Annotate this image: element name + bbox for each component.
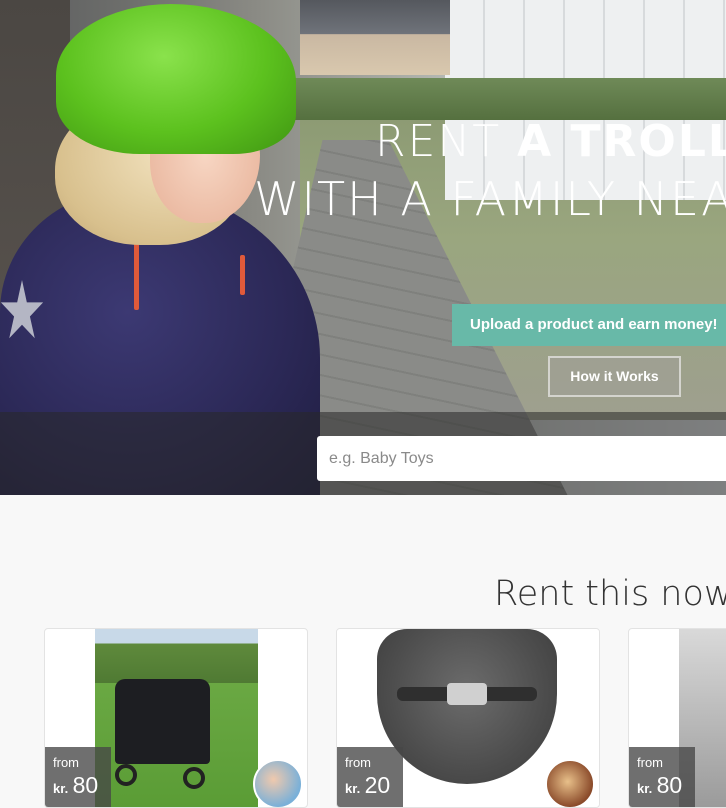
search-input[interactable] xyxy=(317,436,726,481)
child-helmet xyxy=(56,4,296,154)
price-from-label: from xyxy=(345,755,371,770)
owner-avatar[interactable] xyxy=(545,759,595,807)
price-currency: kr. xyxy=(345,781,361,796)
price-value: 20 xyxy=(364,772,391,798)
wheel-shape xyxy=(115,764,137,786)
price-from-label: from xyxy=(637,755,663,770)
price-line: kr. 20 xyxy=(345,772,403,799)
hero-banner: RENT A TROLLEY WITH A FAMILY NEAR YOU Up… xyxy=(0,0,726,495)
price-tag: from kr. 80 xyxy=(45,747,111,807)
product-card[interactable]: from kr. 80 xyxy=(628,628,726,808)
product-image[interactable] xyxy=(95,629,258,807)
hero-title-line2: WITH A FAMILY NEAR YOU xyxy=(254,172,726,226)
wheel-shape xyxy=(183,767,205,789)
jacket-zipper-pull xyxy=(240,255,245,295)
hero-title-bold: A TROLLEY xyxy=(517,116,726,167)
how-it-works-button[interactable]: How it Works xyxy=(548,356,681,397)
price-tag: from kr. 80 xyxy=(629,747,695,807)
product-card[interactable]: from kr. 80 xyxy=(44,628,308,808)
hero-title-light: RENT xyxy=(375,116,518,167)
hero-hedge xyxy=(270,78,726,120)
product-card[interactable]: from kr. 20 xyxy=(336,628,600,808)
price-line: kr. 80 xyxy=(53,772,111,799)
price-from-label: from xyxy=(53,755,79,770)
stroller-shape xyxy=(115,679,210,764)
hero-roof xyxy=(300,0,450,75)
price-value: 80 xyxy=(72,772,99,798)
price-tag: from kr. 20 xyxy=(337,747,403,807)
price-line: kr. 80 xyxy=(637,772,695,799)
hero-title-line1: RENT A TROLLEY xyxy=(375,116,726,167)
price-currency: kr. xyxy=(637,781,653,796)
price-value: 80 xyxy=(656,772,683,798)
owner-avatar[interactable] xyxy=(253,759,303,807)
section-title: Rent this now xyxy=(494,574,726,614)
seat-shape xyxy=(377,629,557,784)
seat-clip xyxy=(447,683,487,705)
price-currency: kr. xyxy=(53,781,69,796)
upload-product-button[interactable]: Upload a product and earn money! xyxy=(452,304,726,346)
